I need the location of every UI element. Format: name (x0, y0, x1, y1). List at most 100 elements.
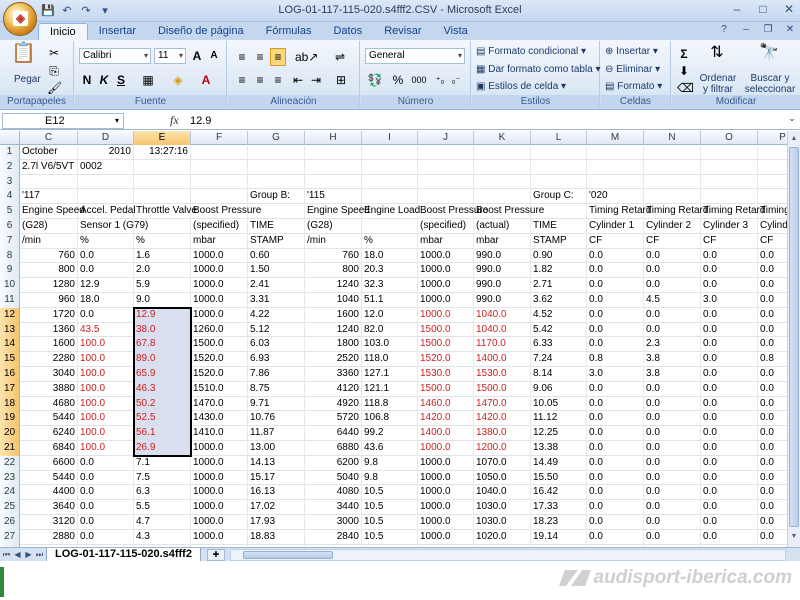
cell-h3[interactable] (305, 174, 362, 190)
cell-p26[interactable]: 0.0 (758, 515, 787, 530)
cell-o7[interactable]: CF (701, 233, 758, 249)
cell-p16[interactable]: 0.0 (758, 367, 787, 382)
tab-formulas[interactable]: Fórmulas (255, 23, 323, 40)
cell-f26[interactable]: 1000.0 (191, 515, 248, 530)
cell-f6[interactable]: (specified) (191, 219, 248, 234)
cell-i8[interactable]: 18.0 (362, 248, 418, 264)
cell-e5[interactable]: Throttle Valve (134, 204, 197, 219)
cell-m18[interactable]: 0.0 (587, 396, 644, 412)
cell-m13[interactable]: 0.0 (587, 322, 644, 338)
maximize-icon[interactable]: □ (756, 2, 770, 16)
find-icon[interactable]: 🔭 (758, 44, 780, 62)
cell-l18[interactable]: 10.05 (531, 396, 587, 412)
cell-n21[interactable]: 0.0 (644, 441, 701, 456)
cell-k10[interactable]: 990.0 (474, 278, 531, 293)
cell-f27[interactable]: 1000.0 (191, 529, 248, 545)
cell-j10[interactable]: 1000.0 (418, 278, 474, 293)
cell-k6[interactable]: (actual) (474, 219, 531, 234)
cell-n6[interactable]: Cylinder 2 (644, 219, 701, 234)
cell-d12[interactable]: 0.0 (78, 307, 134, 323)
cell-j13[interactable]: 1500.0 (418, 322, 474, 338)
cell-l5[interactable] (531, 204, 587, 219)
cell-o23[interactable]: 0.0 (701, 470, 758, 486)
cell-o26[interactable]: 0.0 (701, 515, 758, 530)
cell-h21[interactable]: 6880 (305, 441, 362, 456)
cell-j3[interactable] (418, 174, 474, 190)
scroll-down-icon[interactable]: ▼ (789, 531, 799, 543)
cell-d13[interactable]: 43.5 (78, 322, 134, 338)
cell-g16[interactable]: 7.86 (248, 367, 305, 382)
column-header-f[interactable]: F (191, 131, 248, 145)
cell-d22[interactable]: 0.0 (78, 455, 134, 471)
cell-o5[interactable]: Timing Retard (701, 204, 765, 219)
align-right-icon[interactable]: ≡ (270, 71, 286, 89)
column-header-i[interactable]: I (362, 131, 418, 145)
column-header-l[interactable]: L (531, 131, 587, 145)
cell-g9[interactable]: 1.50 (248, 263, 305, 279)
cell-g17[interactable]: 8.75 (248, 381, 305, 397)
italic-button[interactable]: K (96, 71, 112, 89)
cell-l4[interactable]: Group C: (531, 189, 587, 205)
cell-l6[interactable]: TIME (531, 219, 587, 234)
cell-n4[interactable] (644, 189, 701, 205)
cell-p2[interactable] (758, 160, 787, 175)
column-header-m[interactable]: M (587, 131, 644, 145)
cell-c22[interactable]: 6600 (20, 455, 78, 471)
row-header[interactable]: 5 (0, 204, 20, 219)
cell-m22[interactable]: 0.0 (587, 455, 644, 471)
cell-o3[interactable] (701, 174, 758, 190)
cell-c5[interactable]: Engine Speed (20, 204, 85, 219)
cell-f25[interactable]: 1000.0 (191, 500, 248, 515)
cell-d21[interactable]: 100.0 (78, 441, 134, 456)
cell-g26[interactable]: 17.93 (248, 515, 305, 530)
next-sheet-icon[interactable]: ▶ (24, 548, 33, 562)
currency-icon[interactable]: 💱 (365, 71, 385, 89)
wb-restore-icon[interactable]: ❐ (762, 24, 774, 35)
cell-i15[interactable]: 118.0 (362, 352, 418, 367)
grow-font-icon[interactable]: A (189, 47, 205, 65)
name-box[interactable]: E12 ▾ (2, 113, 124, 129)
increase-indent-icon[interactable]: ⇥ (308, 71, 324, 89)
cell-g6[interactable]: TIME (248, 219, 305, 234)
cell-j2[interactable] (418, 159, 474, 175)
column-header-h[interactable]: H (305, 131, 362, 145)
cell-m3[interactable] (587, 174, 644, 190)
cell-d18[interactable]: 100.0 (78, 396, 134, 412)
cell-f2[interactable] (191, 159, 248, 175)
cell-d27[interactable]: 0.0 (78, 529, 134, 545)
cell-m9[interactable]: 0.0 (587, 263, 644, 279)
cell-l15[interactable]: 7.24 (531, 352, 587, 367)
cell-p25[interactable]: 0.0 (758, 500, 787, 515)
cell-e11[interactable]: 9.0 (134, 293, 191, 308)
cell-m11[interactable]: 0.0 (587, 293, 644, 308)
cell-l8[interactable]: 0.90 (531, 248, 587, 264)
cell-m19[interactable]: 0.0 (587, 411, 644, 427)
cell-j27[interactable]: 1000.0 (418, 529, 474, 545)
cell-c3[interactable] (20, 174, 78, 190)
cell-k16[interactable]: 1530.0 (474, 367, 531, 382)
cell-g20[interactable]: 11.87 (248, 426, 305, 441)
cell-g4[interactable]: Group B: (248, 189, 305, 205)
last-sheet-icon[interactable]: ⏭ (35, 548, 44, 562)
cell-m16[interactable]: 3.0 (587, 367, 644, 382)
font-size-combo[interactable]: 11 ▾ (154, 48, 186, 64)
cell-g24[interactable]: 16.13 (248, 485, 305, 501)
cell-i25[interactable]: 10.5 (362, 500, 418, 515)
insert-function-button[interactable]: fx (170, 113, 179, 128)
cell-d1[interactable]: 2010 (78, 145, 134, 160)
cell-l7[interactable]: STAMP (531, 233, 587, 249)
cell-g25[interactable]: 17.02 (248, 500, 305, 515)
fill-color-icon[interactable]: ◈ (167, 71, 189, 89)
cell-j24[interactable]: 1000.0 (418, 485, 474, 501)
cell-h12[interactable]: 1600 (305, 307, 362, 323)
cell-d25[interactable]: 0.0 (78, 500, 134, 515)
cell-h26[interactable]: 3000 (305, 515, 362, 530)
cell-d2[interactable]: 0002 (78, 159, 134, 175)
cell-f11[interactable]: 1000.0 (191, 293, 248, 308)
cell-k15[interactable]: 1400.0 (474, 352, 531, 367)
cell-l10[interactable]: 2.71 (531, 278, 587, 293)
cell-f16[interactable]: 1520.0 (191, 367, 248, 382)
cell-i18[interactable]: 118.8 (362, 396, 418, 412)
cell-p6[interactable]: Cylinder (758, 219, 787, 234)
cell-d7[interactable]: % (78, 233, 134, 249)
